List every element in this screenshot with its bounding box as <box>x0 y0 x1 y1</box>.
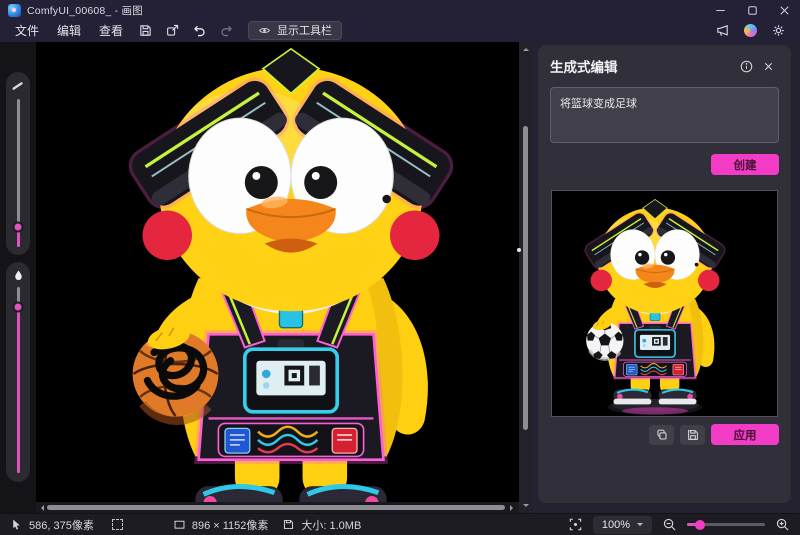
brush-size-slider-handle[interactable] <box>12 221 24 233</box>
create-row: 创建 <box>550 154 779 175</box>
copy-icon <box>656 429 667 440</box>
horizontal-scrollbar[interactable] <box>36 502 519 513</box>
preview-image <box>551 190 778 417</box>
canvas-column <box>36 42 519 513</box>
scroll-up-arrow[interactable] <box>522 45 529 51</box>
minimize-button[interactable] <box>704 0 736 20</box>
zoom-out-button[interactable] <box>662 517 677 532</box>
zoom-level-dropdown[interactable]: 100% <box>592 515 652 534</box>
cursor-icon <box>13 519 20 530</box>
panel-title: 生成式编辑 <box>550 60 618 75</box>
zoom-out-icon <box>663 518 676 531</box>
undo-button[interactable] <box>186 20 213 40</box>
panel-header: 生成式编辑 <box>550 54 779 78</box>
share-icon <box>167 24 179 36</box>
file-size-icon <box>284 519 294 530</box>
horizontal-scroll-thumb[interactable] <box>47 505 505 510</box>
paint-app-window: ComfyUI_00608_ - 画图 文件 编辑 查看 显示工具栏 生成式编辑… <box>0 0 800 535</box>
scroll-left-arrow[interactable] <box>38 504 44 511</box>
canvas-size-group: 896 × 1152像素 <box>173 517 269 533</box>
save-result-button[interactable] <box>680 424 705 445</box>
panel-divider-handle[interactable] <box>517 248 521 252</box>
menu-view[interactable]: 查看 <box>90 20 132 41</box>
brush-size-slider[interactable] <box>12 99 24 247</box>
share-button[interactable] <box>159 20 186 40</box>
window-title: ComfyUI_00608_ - 画图 <box>27 4 143 17</box>
eye-icon <box>259 27 270 33</box>
gear-icon <box>773 24 784 36</box>
opacity-slider[interactable] <box>12 287 24 473</box>
cursor-position: 586, 375像素 <box>29 519 94 532</box>
show-toolbar-label: 显示工具栏 <box>277 25 333 37</box>
info-icon <box>740 60 752 72</box>
create-button[interactable]: 创建 <box>711 154 779 175</box>
preview-actions: 应用 <box>550 424 779 445</box>
close-button[interactable] <box>768 0 800 20</box>
cursor-position-group: 586, 375像素 <box>10 517 94 533</box>
prompt-input[interactable]: 将篮球变成足球 <box>550 87 779 143</box>
info-button[interactable] <box>735 55 757 77</box>
opacity-slider-fill <box>16 307 20 473</box>
file-size-group: 大小: 1.0MB <box>282 517 361 533</box>
vertical-scroll-thumb[interactable] <box>523 126 528 430</box>
paint-app-icon <box>8 3 21 17</box>
chevron-down-icon <box>637 523 643 529</box>
zoom-in-button[interactable] <box>775 517 790 532</box>
file-size: 大小: 1.0MB <box>301 519 362 532</box>
canvas-image[interactable] <box>36 42 519 502</box>
brush-size-slider-group <box>6 72 30 255</box>
zoom-slider[interactable] <box>687 519 765 530</box>
zoom-in-icon <box>776 518 789 531</box>
zoom-level-value: 100% <box>601 518 630 531</box>
generative-edit-card: 生成式编辑 将篮球变成足球 创建 应用 <box>538 45 791 503</box>
redo-button[interactable] <box>213 20 240 40</box>
canvas-size: 896 × 1152像素 <box>191 519 269 532</box>
copy-result-button[interactable] <box>649 424 674 445</box>
opacity-droplet-icon <box>14 270 22 281</box>
generative-edit-panel: 生成式编辑 将篮球变成足球 创建 应用 <box>532 42 800 513</box>
brush-size-icon <box>12 82 23 90</box>
menubar-right <box>709 20 792 40</box>
settings-button[interactable] <box>765 20 792 40</box>
menu-edit[interactable]: 编辑 <box>48 20 90 41</box>
titlebar: ComfyUI_00608_ - 画图 <box>0 0 800 20</box>
statusbar: 586, 375像素 896 × 1152像素 大小: 1.0MB 100% <box>0 513 800 535</box>
redo-icon <box>221 25 232 36</box>
zoom-slider-handle[interactable] <box>695 519 705 530</box>
fit-to-screen-button[interactable] <box>568 517 583 532</box>
main-area: 生成式编辑 将篮球变成足球 创建 应用 <box>0 42 800 513</box>
scroll-right-arrow[interactable] <box>510 504 516 511</box>
menu-file[interactable]: 文件 <box>6 20 48 41</box>
maximize-button[interactable] <box>736 0 768 20</box>
megaphone-icon <box>717 24 728 36</box>
save-icon <box>140 24 151 36</box>
apply-button[interactable]: 应用 <box>711 424 779 445</box>
save-button[interactable] <box>132 20 159 40</box>
selection-size-icon <box>111 519 123 530</box>
panel-close-button[interactable] <box>757 55 779 77</box>
show-toolbar-toggle[interactable]: 显示工具栏 <box>248 20 343 40</box>
opacity-slider-handle[interactable] <box>12 301 24 313</box>
scroll-down-arrow[interactable] <box>522 504 529 510</box>
window-controls <box>704 0 800 20</box>
close-icon <box>764 62 772 70</box>
tool-rail <box>0 42 36 513</box>
undo-icon <box>194 25 205 36</box>
opacity-slider-group <box>6 262 30 482</box>
canvas-size-icon <box>174 520 185 529</box>
fit-screen-icon <box>569 518 582 531</box>
zoom-controls: 100% <box>568 515 790 534</box>
save-image-icon <box>687 429 698 440</box>
feedback-button[interactable] <box>709 20 736 40</box>
vertical-scrollbar[interactable] <box>517 42 532 513</box>
copilot-icon[interactable] <box>744 23 757 37</box>
menubar: 文件 编辑 查看 显示工具栏 <box>0 20 800 42</box>
